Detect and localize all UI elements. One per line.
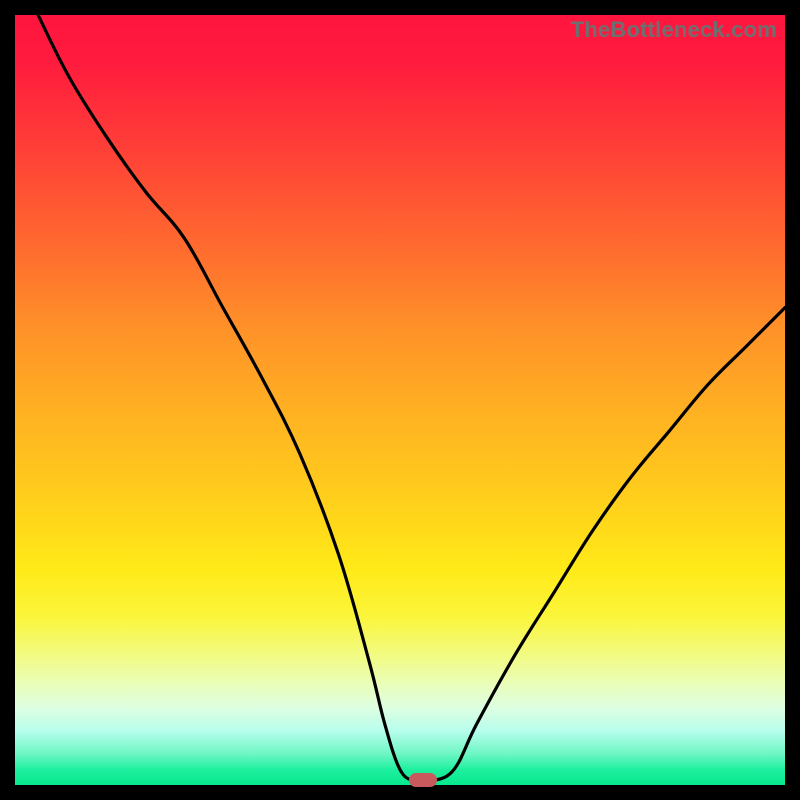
bottleneck-curve (15, 15, 785, 785)
plot-area: TheBottleneck.com (15, 15, 785, 785)
curve-path (38, 15, 785, 783)
optimal-marker (409, 773, 437, 787)
chart-frame: TheBottleneck.com (0, 0, 800, 800)
